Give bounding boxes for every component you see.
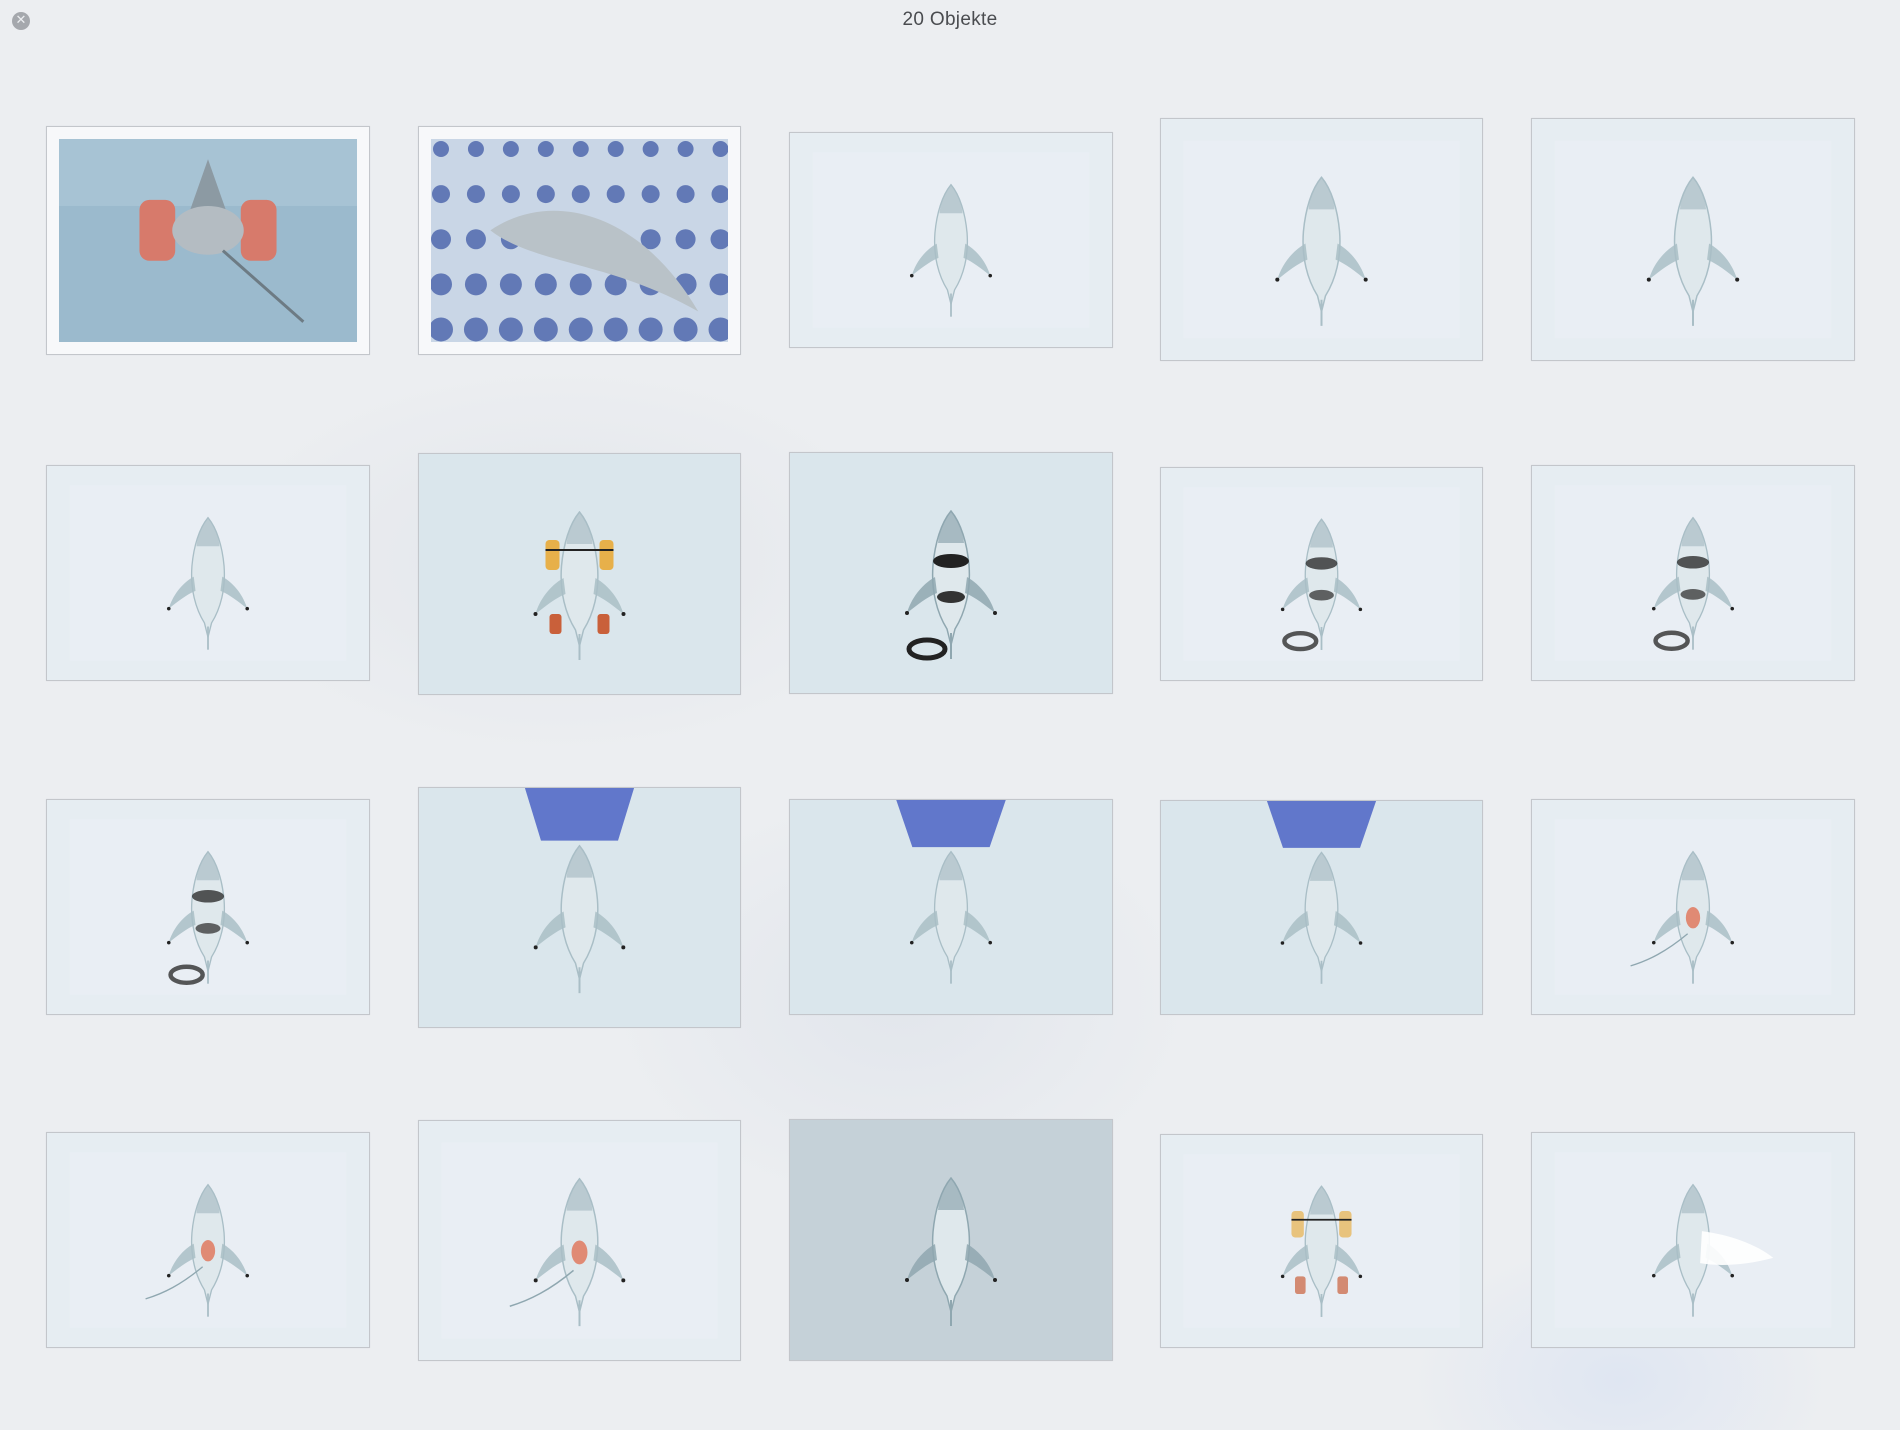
thumbnail[interactable] (789, 132, 1113, 348)
thumbnail-image (47, 800, 369, 1014)
thumbnail[interactable] (418, 787, 741, 1028)
thumbnail[interactable] (1531, 118, 1855, 361)
thumbnail-image (47, 1133, 369, 1347)
thumbnail-image (47, 466, 369, 680)
thumbnail-image (431, 139, 728, 342)
thumbnail-image (790, 800, 1112, 1014)
thumbnail[interactable] (1160, 800, 1483, 1015)
thumbnail-image (790, 1120, 1112, 1360)
thumbnail[interactable] (789, 799, 1113, 1015)
thumbnail-image (419, 788, 740, 1027)
thumbnail[interactable] (46, 126, 370, 355)
thumbnail-image (790, 133, 1112, 347)
thumbnail-image (1532, 119, 1854, 360)
thumbnail[interactable] (1531, 799, 1855, 1015)
thumbnail[interactable] (1160, 1134, 1483, 1348)
thumbnail[interactable] (789, 1119, 1113, 1361)
thumbnail-image (1161, 468, 1482, 680)
thumbnail[interactable] (1531, 1132, 1855, 1348)
window-title: 20 Objekte (902, 9, 998, 30)
thumbnail[interactable] (46, 1132, 370, 1348)
thumbnail-image (1161, 119, 1482, 360)
thumbnail[interactable] (418, 1120, 741, 1361)
thumbnail[interactable] (1160, 467, 1483, 681)
thumbnail[interactable] (418, 453, 741, 695)
thumbnail-image (1532, 800, 1854, 1014)
title-bar: ✕ 20 Objekte (0, 0, 1900, 40)
thumbnail[interactable] (1531, 465, 1855, 681)
thumbnail[interactable] (46, 799, 370, 1015)
thumbnail-image (59, 139, 357, 342)
thumbnail[interactable] (1160, 118, 1483, 361)
thumbnail-image (1532, 1133, 1854, 1347)
thumbnail-image (1161, 1135, 1482, 1347)
thumbnail-image (790, 453, 1112, 693)
thumbnail[interactable] (46, 465, 370, 681)
thumbnail-image (1161, 801, 1482, 1014)
thumbnail-image (419, 1121, 740, 1360)
thumbnail[interactable] (418, 126, 741, 355)
thumbnail-image (1532, 466, 1854, 680)
thumbnail[interactable] (789, 452, 1113, 694)
thumbnail-image (419, 454, 740, 694)
